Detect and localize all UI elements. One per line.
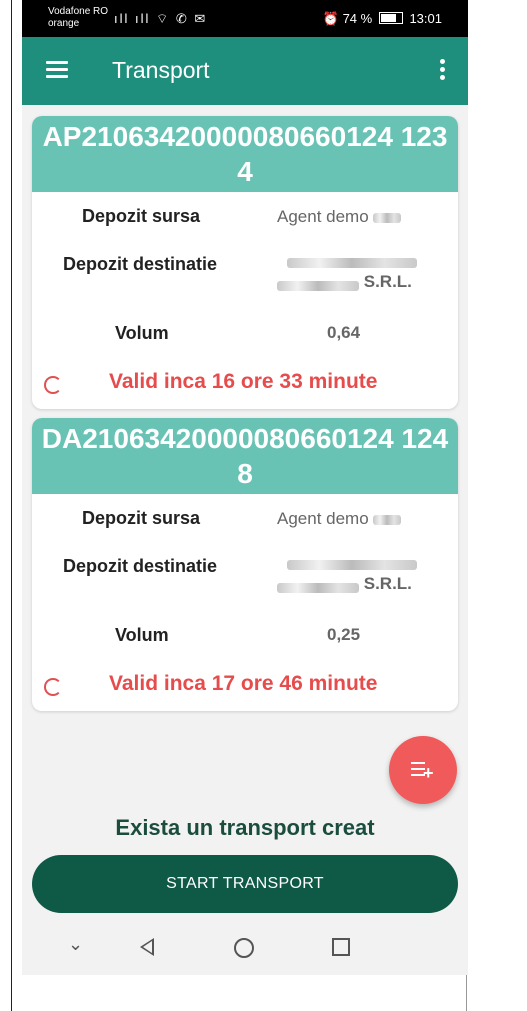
destination-suffix: S.R.L. (363, 272, 412, 291)
recent-apps-icon[interactable] (332, 938, 350, 956)
transport-card[interactable]: DA21063420000080660124 1248 Depozit surs… (32, 418, 458, 711)
redacted-text (373, 212, 402, 223)
redacted-text (373, 514, 402, 525)
phone-screen: Vodafone RO orange ıll ıll ⌔ ✆ ✉ ⏰ 74 % … (22, 0, 468, 975)
transport-code: DA21063420000080660124 1248 (32, 418, 458, 494)
redacted-text (287, 257, 417, 268)
alarm-icon: ⏰ (322, 11, 339, 26)
carrier-info: Vodafone RO orange (48, 6, 108, 30)
destination-value: S.R.L. (277, 252, 427, 292)
volume-value: 0,25 (327, 625, 361, 644)
back-icon[interactable] (140, 938, 154, 956)
start-transport-button[interactable]: START TRANSPORT (32, 855, 458, 913)
source-value-text: Agent demo (277, 509, 369, 528)
source-value-text: Agent demo (277, 207, 369, 226)
clock: 13:01 (409, 11, 442, 26)
status-bar: Vodafone RO orange ıll ıll ⌔ ✆ ✉ ⏰ 74 % … (22, 0, 468, 37)
battery-percent: 74 % (342, 11, 373, 26)
more-options-icon[interactable] (440, 59, 446, 83)
loading-spinner-icon (44, 376, 62, 394)
battery-icon (378, 12, 403, 24)
redacted-text (277, 582, 359, 593)
system-nav-bar: ⌄ (22, 922, 468, 975)
destination-suffix: S.R.L. (363, 574, 412, 593)
page-title: Transport (112, 57, 210, 83)
volume-value: 0,64 (327, 323, 361, 342)
frame-border-left (11, 0, 12, 1011)
carrier-secondary: orange (48, 18, 80, 29)
source-label: Depozit sursa (82, 206, 201, 226)
transport-code: AP21063420000080660124 1234 (32, 116, 458, 192)
app-bar: Transport (22, 37, 468, 105)
transport-card[interactable]: AP21063420000080660124 1234 Depozit surs… (32, 116, 458, 409)
add-transport-fab[interactable]: + (389, 736, 457, 804)
redacted-text (277, 280, 359, 291)
signal-icons: ıll ıll ⌔ ✆ ✉ (114, 11, 208, 26)
transport-status-message: Exista un transport creat (115, 815, 375, 840)
source-value: Agent demo (277, 207, 402, 227)
redacted-text (287, 559, 417, 570)
hamburger-menu-icon[interactable] (46, 61, 68, 79)
validity-text: Valid inca 17 ore 46 minute (109, 672, 378, 695)
volume-label: Volum (115, 323, 169, 343)
loading-spinner-icon (44, 678, 62, 696)
source-label: Depozit sursa (82, 508, 201, 528)
volume-label: Volum (115, 625, 169, 645)
destination-label: Depozit destinatie (63, 556, 218, 576)
home-icon[interactable] (234, 938, 254, 958)
source-value: Agent demo (277, 509, 402, 529)
plus-icon: + (423, 763, 434, 783)
validity-text: Valid inca 16 ore 33 minute (109, 370, 378, 393)
destination-label: Depozit destinatie (63, 254, 218, 274)
status-right: ⏰ 74 % 13:01 (323, 11, 442, 27)
destination-value: S.R.L. (277, 554, 427, 594)
chevron-down-icon[interactable]: ⌄ (68, 934, 83, 955)
carrier-name: Vodafone RO (48, 6, 109, 17)
